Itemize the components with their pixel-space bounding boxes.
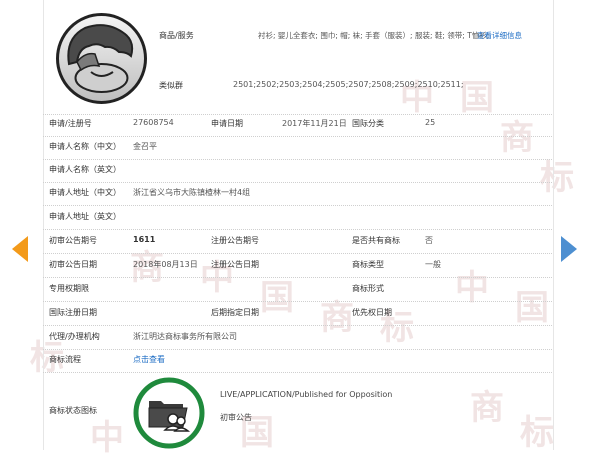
reg-pub-no-label: 注册公告期号 [211, 236, 259, 245]
similar-group-label: 类似群 [159, 81, 183, 90]
exclusive-label: 专用权期限 [49, 284, 89, 293]
previous-arrow-icon[interactable] [12, 236, 28, 262]
facepalm-icon [56, 13, 147, 104]
goods-label: 商品/服务 [159, 31, 194, 40]
divider [43, 349, 552, 350]
agent-label: 代理/办理机构 [49, 332, 100, 341]
divider [43, 372, 552, 373]
applicant-cn-value: 金召平 [133, 142, 157, 151]
divider [43, 182, 552, 183]
flow-label: 商标流程 [49, 355, 81, 364]
reg-no-label: 申请/注册号 [49, 119, 92, 128]
status-cn-text: 初审公告 [220, 413, 252, 422]
tm-type-label: 商标类型 [352, 260, 384, 269]
folder-users-icon [133, 377, 205, 449]
reg-no-value: 27608754 [133, 118, 174, 127]
divider [43, 277, 552, 278]
prelim-date-value: 2018年08月13日 [133, 260, 198, 269]
divider [43, 136, 552, 137]
intl-class-value: 25 [425, 118, 436, 127]
intl-class-label: 国际分类 [352, 119, 384, 128]
divider [43, 253, 552, 254]
shared-value: 否 [425, 236, 433, 245]
prelim-no-label: 初审公告期号 [49, 236, 97, 245]
addr-cn-value: 浙江省义乌市大陈镇楂林一村4组 [133, 188, 251, 197]
next-arrow-icon[interactable] [561, 236, 577, 262]
intl-reg-date-label: 国际注册日期 [49, 308, 97, 317]
divider [43, 114, 552, 115]
status-label: 商标状态图标 [49, 406, 97, 415]
divider [43, 325, 552, 326]
agent-value: 浙江明达商标事务所有限公司 [133, 332, 237, 341]
flow-link[interactable]: 点击查看 [133, 354, 165, 365]
reg-pub-date-label: 注册公告日期 [211, 260, 259, 269]
addr-en-label: 申请人地址（英文） [49, 212, 121, 221]
applicant-en-label: 申请人名称（英文） [49, 165, 121, 174]
divider [43, 301, 552, 302]
shared-label: 是否共有商标 [352, 236, 400, 245]
goods-value: 衬衫; 婴儿全套衣; 围巾; 帽; 袜; 手套（服装）; 服装; 鞋; 领带; … [258, 31, 490, 40]
app-date-label: 申请日期 [211, 119, 243, 128]
applicant-cn-label: 申请人名称（中文） [49, 142, 121, 151]
similar-group-value: 2501;2502;2503;2504;2505;2507;2508;2509;… [233, 80, 464, 89]
status-icon [133, 377, 205, 449]
divider [43, 205, 552, 206]
tm-type-value: 一般 [425, 260, 441, 269]
later-date-label: 后期指定日期 [211, 308, 259, 317]
status-en-text: LIVE/APPLICATION/Published for Oppositio… [220, 390, 393, 399]
trademark-image [55, 12, 148, 105]
divider [43, 159, 552, 160]
prelim-no-value: 1611 [133, 235, 156, 244]
divider [43, 229, 552, 230]
addr-cn-label: 申请人地址（中文） [49, 188, 121, 197]
app-date-value: 2017年11月21日 [282, 119, 347, 128]
goods-detail-link[interactable]: 查看详细信息 [477, 30, 522, 41]
tm-form-label: 商标形式 [352, 284, 384, 293]
prelim-date-label: 初审公告日期 [49, 260, 97, 269]
priority-date-label: 优先权日期 [352, 308, 392, 317]
